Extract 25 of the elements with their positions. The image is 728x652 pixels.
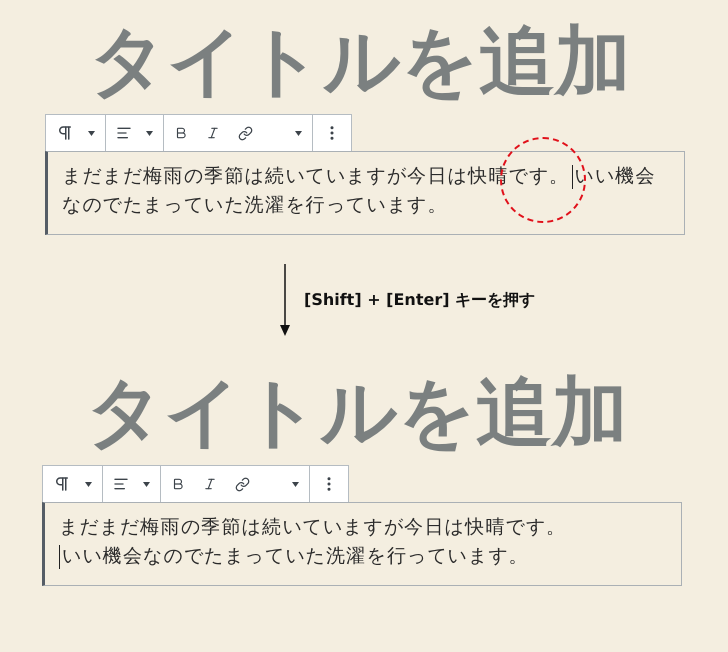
arrow-caption: [Shift] + [Enter] キーを押す xyxy=(304,290,536,310)
down-arrow xyxy=(280,264,290,336)
paragraph-text: まだまだ梅雨の季節は続いていますが今日は快晴です。 xyxy=(59,515,566,540)
paragraph-block[interactable]: まだまだ梅雨の季節は続いていますが今日は快晴です。 いい機会なのでたまっていた洗濯を行っています。 xyxy=(42,502,682,586)
paragraph-text: なのでたまっていた洗濯を行っています。 xyxy=(62,193,448,218)
bold-icon[interactable] xyxy=(174,126,188,140)
paragraph-text: いい機会なのでたまっていた洗濯を行っています。 xyxy=(62,544,529,569)
caret-icon[interactable] xyxy=(88,130,95,136)
paragraph-icon[interactable] xyxy=(56,124,74,142)
paragraph-text: まだまだ梅雨の季節は続いていますが今日は快晴です。 xyxy=(62,164,570,189)
paragraph-icon[interactable] xyxy=(53,475,71,493)
italic-icon[interactable] xyxy=(203,477,217,491)
link-icon[interactable] xyxy=(238,126,253,140)
link-icon[interactable] xyxy=(235,476,250,492)
italic-icon[interactable] xyxy=(206,126,220,140)
caret-icon[interactable] xyxy=(85,482,92,486)
align-left-icon[interactable] xyxy=(113,476,129,492)
caret-icon[interactable] xyxy=(295,130,302,136)
caret-icon[interactable] xyxy=(146,130,153,136)
paragraph-text: いい機会 xyxy=(574,164,656,189)
paragraph-block[interactable]: まだまだ梅雨の季節は続いていますが今日は快晴です。 いい機会 なのでたまっていた洗濯を行っています。 xyxy=(45,151,685,235)
align-left-icon[interactable] xyxy=(116,125,132,141)
bold-icon[interactable] xyxy=(171,477,185,491)
caret-icon[interactable] xyxy=(143,482,150,486)
caret-icon[interactable] xyxy=(292,482,299,486)
